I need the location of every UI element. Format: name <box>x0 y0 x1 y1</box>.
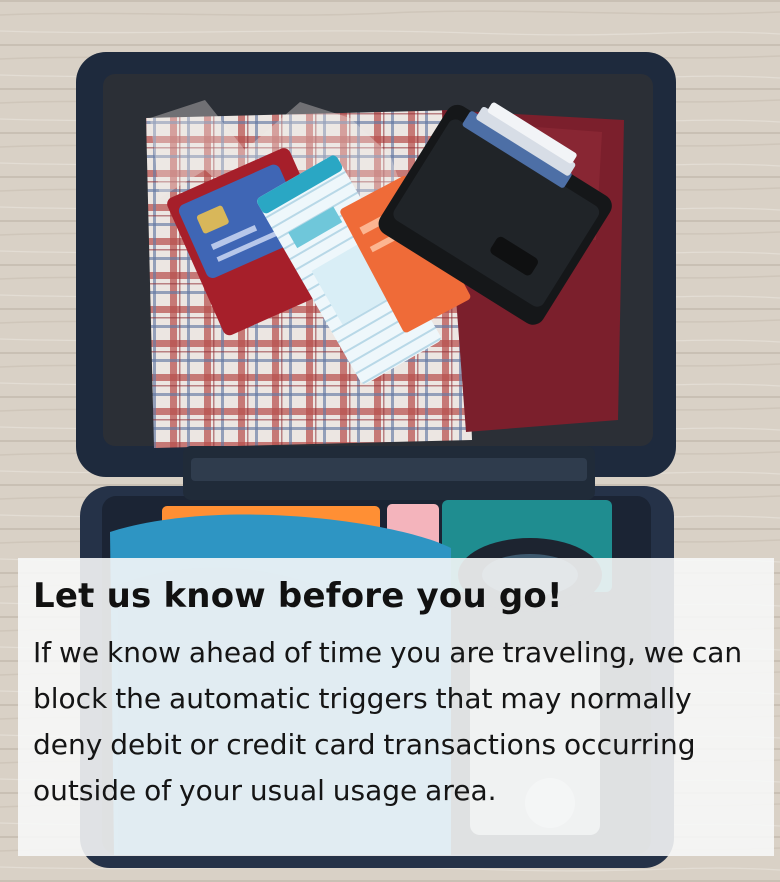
travel-notice-card: Let us know before you go! If we know ah… <box>0 0 780 882</box>
travel-notice-caption: Let us know before you go! If we know ah… <box>18 558 774 856</box>
travel-notice-body: If we know ahead of time you are traveli… <box>33 636 743 807</box>
travel-notice-headline: Let us know before you go! <box>33 576 563 616</box>
